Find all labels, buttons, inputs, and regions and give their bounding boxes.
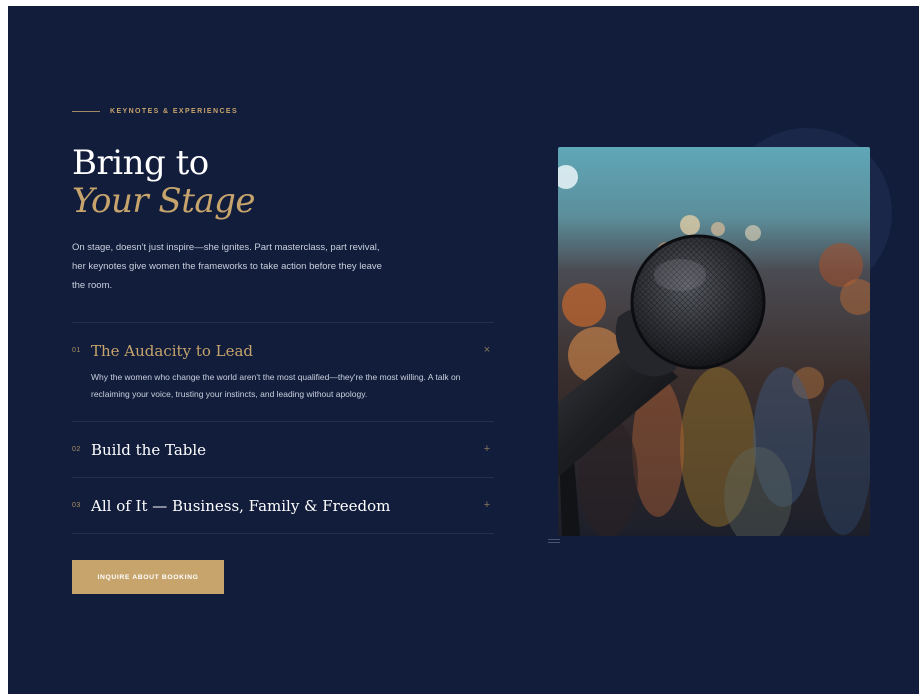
inquire-booking-button[interactable]: INQUIRE ABOUT BOOKING [72, 560, 224, 594]
plus-icon[interactable]: + [480, 444, 494, 455]
section-heading: Bring to Your Stage [72, 143, 256, 221]
item-number: 02 [72, 446, 81, 453]
accordion-item-3: 03 All of It — Business, Family & Freedo… [72, 478, 494, 533]
heading-line-2: Your Stage [72, 181, 256, 221]
eyebrow-text: KEYNOTES & EXPERIENCES [110, 108, 239, 115]
divider [72, 533, 494, 534]
eyebrow-line [72, 111, 100, 112]
accordion-item-2: 02 Build the Table + [72, 422, 494, 477]
eyebrow: KEYNOTES & EXPERIENCES [72, 108, 238, 115]
plus-icon[interactable]: + [480, 500, 494, 511]
accordion-item-1: 01 The Audacity to Lead × Why the women … [72, 323, 494, 421]
microphone-image [558, 147, 870, 536]
close-icon[interactable]: × [480, 345, 494, 356]
microphone-photo [558, 147, 870, 536]
item-number: 03 [72, 502, 81, 509]
item-title: All of It — Business, Family & Freedom [91, 496, 391, 515]
keynote-accordion: 01 The Audacity to Lead × Why the women … [72, 322, 494, 534]
intro-paragraph: On stage, doesn't just inspire—she ignit… [72, 242, 382, 291]
item-title: Build the Table [91, 440, 207, 459]
accordion-header-2[interactable]: 02 Build the Table + [72, 422, 494, 477]
accordion-body-1: Why the women who change the world aren'… [91, 372, 461, 399]
heading-line-1: Bring to [72, 143, 209, 183]
lines-icon [548, 539, 560, 547]
item-title: The Audacity to Lead [91, 341, 254, 360]
accordion-header-3[interactable]: 03 All of It — Business, Family & Freedo… [72, 478, 494, 533]
item-number: 01 [72, 347, 81, 354]
keynotes-section: KEYNOTES & EXPERIENCES Bring to Your Sta… [8, 6, 919, 694]
